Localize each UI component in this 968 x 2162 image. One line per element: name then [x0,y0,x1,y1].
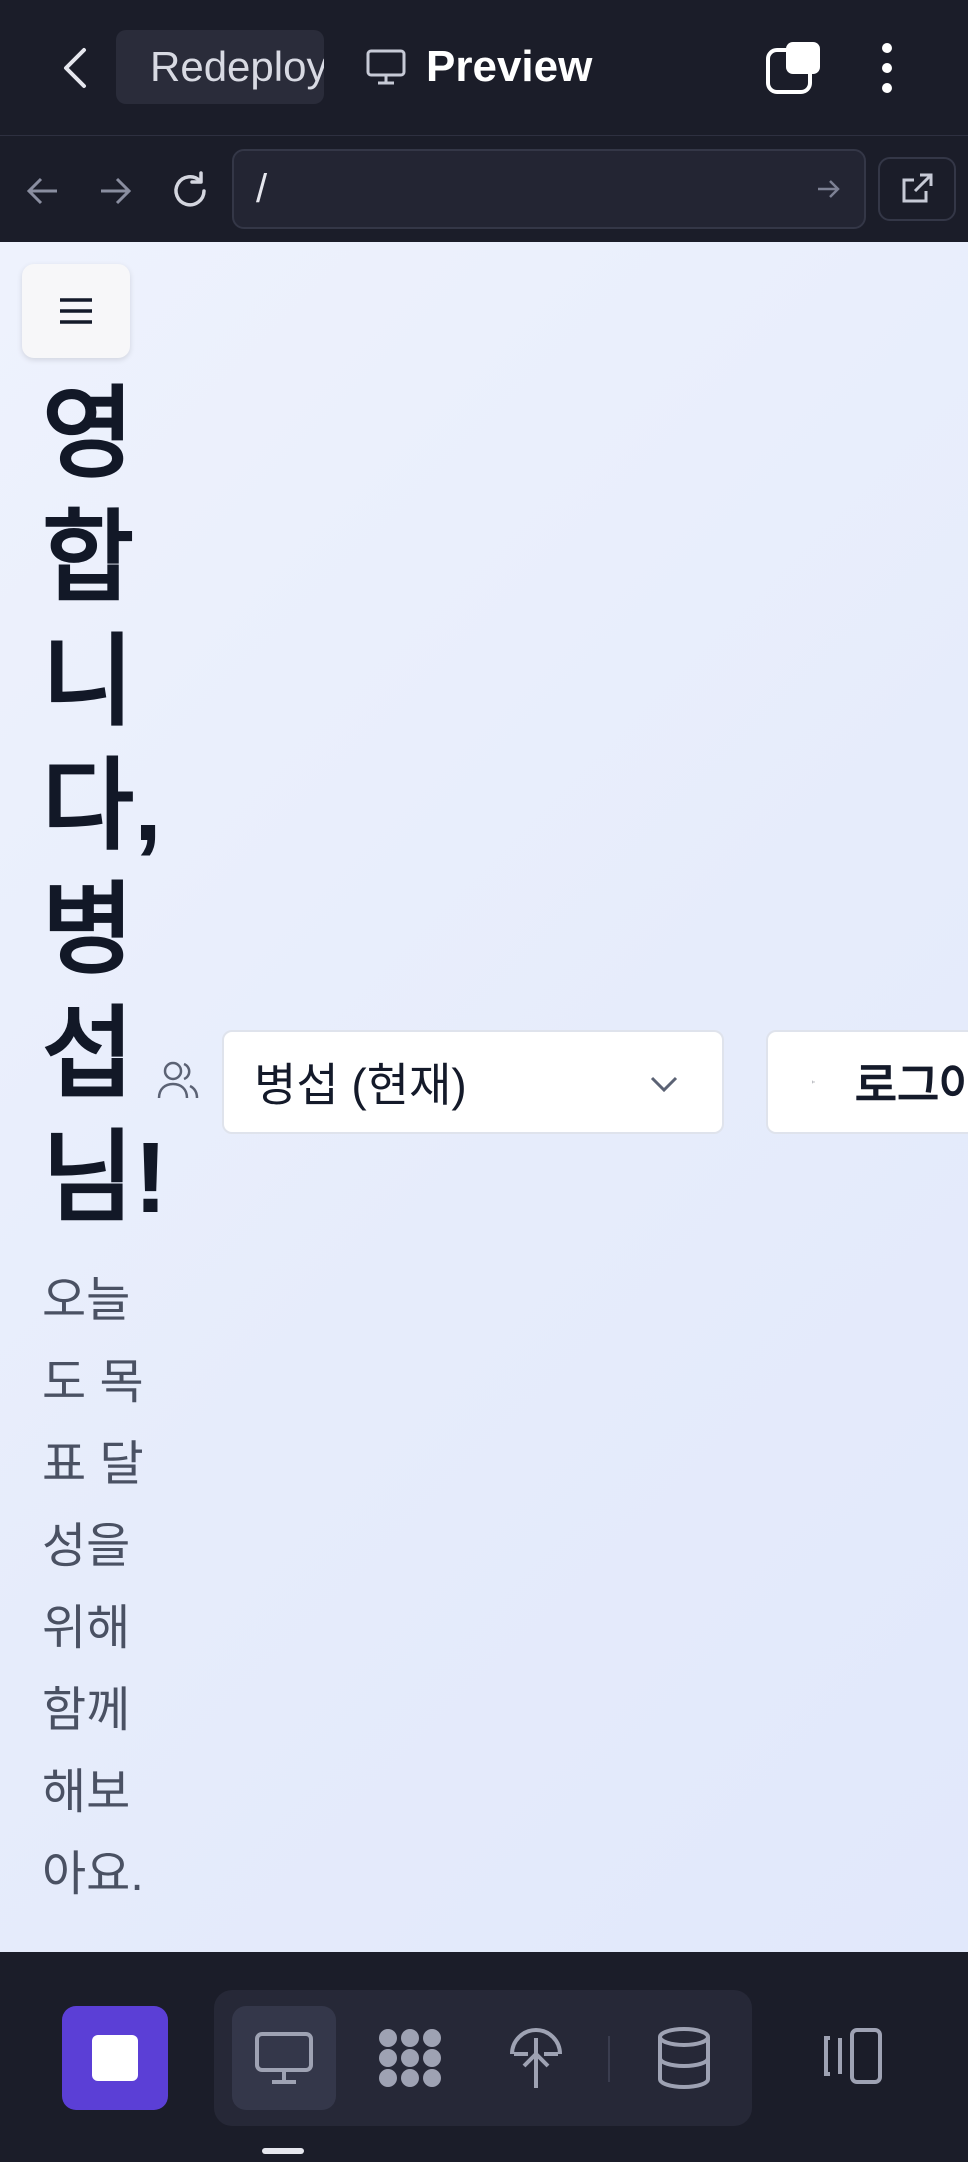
database-icon [658,2027,710,2089]
open-external-button[interactable] [878,157,956,221]
external-link-icon [902,173,933,203]
nodes-icon [379,2029,441,2087]
windows-button[interactable] [764,38,824,98]
dock-database-button[interactable] [632,2006,736,2110]
browser-back-button[interactable] [14,163,70,219]
deploy-icon [510,2028,562,2088]
arrow-left-icon [26,177,57,205]
browser-forward-button[interactable] [88,163,144,219]
user-select[interactable]: 병섭 (현재) [222,1030,724,1134]
welcome-heading: 영합니다, 병섭님! [42,378,168,1234]
preview-content: 영합니다, 병섭님! 오늘도 목표 달성을 위해 함께 해보아요. 병섭 (현재… [0,242,968,1952]
chevron-down-icon [650,1076,678,1093]
panels-icon [824,2028,882,2084]
preview-tab[interactable]: Preview [366,34,592,100]
logout-icon [812,1080,815,1084]
windows-icon [766,42,820,94]
menu-icon [60,298,92,324]
arrow-right-icon [101,177,132,205]
bottom-dock [0,1952,968,2162]
project-tab[interactable]: Redeploy [116,30,324,104]
more-options-button[interactable] [862,38,912,98]
reload-button[interactable] [162,163,218,219]
browser-bar: / [0,137,968,242]
arrow-right-small-icon[interactable] [808,169,848,209]
welcome-subtitle: 오늘도 목표 달성을 위해 함께 해보아요. [42,1274,144,1901]
dock-nodes-button[interactable] [358,2006,462,2110]
logout-button[interactable]: 로그아웃 [766,1030,968,1134]
users-icon [157,1061,199,1099]
panels-button[interactable] [812,2006,892,2106]
hamburger-menu-button[interactable] [22,264,130,358]
url-path: / [256,166,268,211]
stop-button[interactable] [62,2006,168,2110]
preview-tab-label: Preview [426,42,593,91]
user-select-value: 병섭 (현재) [254,1059,467,1111]
project-tab-label: Redeploy [150,43,324,90]
dock-tools-group [214,1990,752,2126]
dock-separator [608,2036,610,2082]
stop-icon [92,2035,138,2081]
monitor-icon [366,49,406,85]
more-vertical-icon [882,43,892,93]
reload-icon [174,171,206,207]
dock-preview-button[interactable] [232,2006,336,2110]
home-indicator [262,2148,304,2154]
chevron-left-icon [64,48,86,88]
back-button[interactable] [50,40,100,96]
url-field[interactable]: / [232,149,866,229]
monitor-icon [255,2032,313,2084]
dock-deploy-button[interactable] [484,2006,588,2110]
app-top-bar: Redeploy Preview [0,0,968,136]
logout-label: 로그아웃 [854,1059,968,1111]
